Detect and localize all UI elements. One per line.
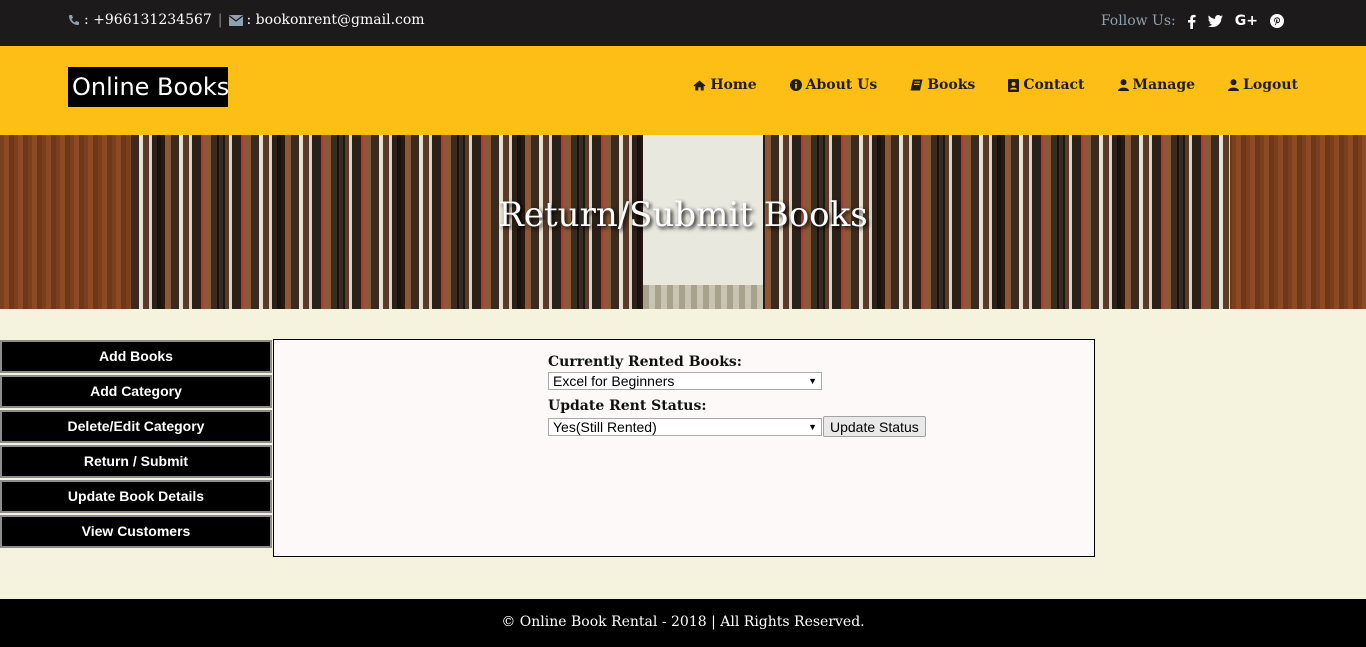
pinterest-icon[interactable] (1270, 14, 1284, 28)
phone-icon (68, 14, 80, 26)
nav-contact-label: Contact (1023, 77, 1085, 93)
update-status-button[interactable]: Update Status (823, 416, 926, 437)
site-header: Online Books Home About Us Books Contact… (0, 46, 1366, 135)
google-plus-icon[interactable]: G+ (1235, 13, 1258, 29)
twitter-icon[interactable] (1207, 15, 1223, 27)
contact-info: : +966131234567 | : bookonrent@gmail.com (68, 12, 425, 28)
sidebar-item-return-submit[interactable]: Return / Submit (0, 445, 272, 478)
rent-status-label: Update Rent Status: (548, 398, 707, 414)
nav-books-label: Books (927, 77, 976, 93)
rented-books-value: Excel for Beginners (553, 373, 675, 389)
email-address: : bookonrent@gmail.com (246, 12, 425, 28)
home-icon (693, 80, 706, 91)
facebook-icon[interactable] (1187, 14, 1196, 29)
phone-number: : +966131234567 (84, 12, 212, 28)
contact-separator: | (217, 12, 223, 28)
user-icon (1228, 79, 1240, 91)
top-bar: : +966131234567 | : bookonrent@gmail.com… (0, 0, 1366, 46)
page-banner: Return/Submit Books (0, 135, 1366, 309)
nav-logout-label: Logout (1243, 77, 1298, 93)
nav-manage[interactable]: Manage (1117, 77, 1196, 93)
rent-status-select[interactable]: Yes(Still Rented) ▼ (548, 417, 822, 436)
nav-home-label: Home (710, 77, 757, 93)
rented-books-select[interactable]: Excel for Beginners ▼ (548, 372, 822, 390)
sidebar-item-update-book-details[interactable]: Update Book Details (0, 480, 272, 513)
status-row: Yes(Still Rented) ▼ Update Status (548, 416, 926, 437)
dropdown-arrow-icon: ▼ (808, 376, 817, 386)
page-title: Return/Submit Books (498, 195, 868, 235)
follow-us-label: Follow Us: (1100, 13, 1176, 29)
user-icon (1117, 79, 1129, 91)
social-follow: Follow Us: G+ (1101, 13, 1284, 29)
sidebar-item-add-category[interactable]: Add Category (0, 375, 272, 408)
sidebar-item-delete-edit-category[interactable]: Delete/Edit Category (0, 410, 272, 443)
return-submit-panel: Currently Rented Books: Excel for Beginn… (273, 339, 1095, 557)
nav-about-label: About Us (805, 77, 878, 93)
rent-status-value: Yes(Still Rented) (553, 418, 657, 435)
nav-logout[interactable]: Logout (1228, 77, 1298, 93)
nav-manage-label: Manage (1132, 77, 1196, 93)
book-icon (910, 79, 923, 91)
dropdown-arrow-icon: ▼ (808, 421, 817, 432)
envelope-icon (228, 14, 243, 26)
rented-books-label: Currently Rented Books: (548, 354, 742, 370)
info-icon (789, 79, 802, 91)
site-footer: © Online Book Rental - 2018 | All Rights… (0, 599, 1366, 647)
nav-about-us[interactable]: About Us (789, 77, 878, 93)
site-logo[interactable]: Online Books (68, 67, 229, 107)
sidebar-item-add-books[interactable]: Add Books (0, 340, 272, 373)
return-form: Currently Rented Books: Excel for Beginn… (548, 353, 926, 437)
contact-card-icon (1008, 78, 1020, 92)
sidebar-item-view-customers[interactable]: View Customers (0, 515, 272, 548)
nav-home[interactable]: Home (693, 77, 757, 93)
main-nav: Home About Us Books Contact Manage Logou… (693, 77, 1298, 93)
nav-contact[interactable]: Contact (1008, 77, 1085, 93)
nav-books[interactable]: Books (910, 77, 975, 93)
admin-sidebar: Add Books Add Category Delete/Edit Categ… (0, 340, 272, 550)
